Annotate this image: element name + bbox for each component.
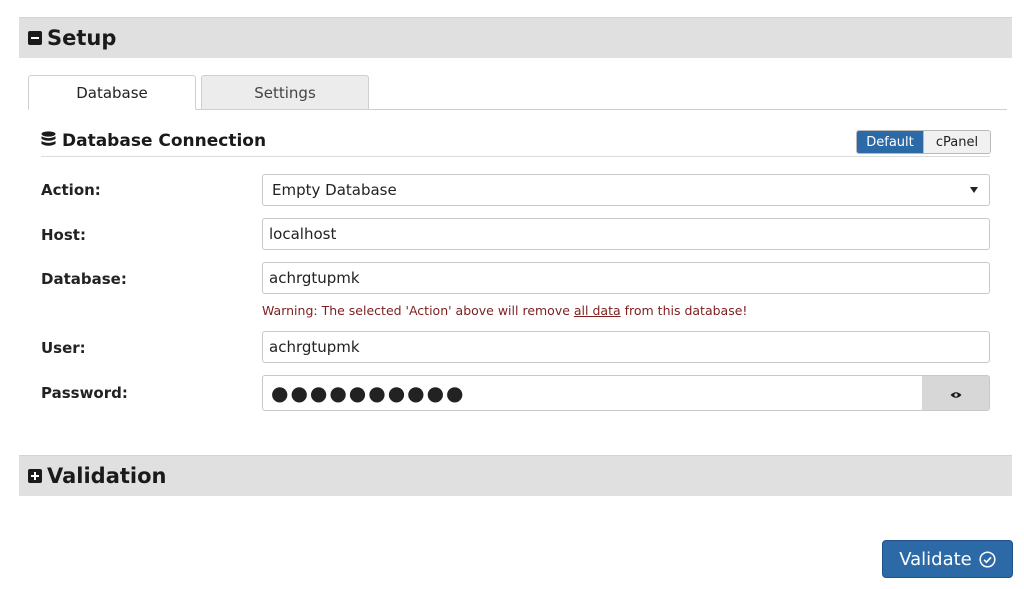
eye-icon — [950, 384, 962, 403]
user-input[interactable]: achrgtupmk — [262, 331, 990, 363]
divider — [41, 156, 990, 157]
validate-button-label: Validate — [899, 548, 972, 570]
password-label: Password: — [41, 384, 128, 402]
database-icon — [41, 131, 56, 151]
database-input[interactable]: achrgtupmk — [262, 262, 990, 294]
password-input[interactable]: ●●●●●●●●●● — [262, 375, 923, 411]
action-select[interactable]: Empty Database — [262, 174, 990, 206]
collapse-icon — [28, 31, 42, 45]
warning-suffix: from this database! — [620, 303, 748, 318]
action-label: Action: — [41, 181, 101, 199]
tab-database[interactable]: Database — [28, 75, 196, 110]
setup-title: Setup — [47, 26, 117, 50]
validate-button[interactable]: Validate — [882, 540, 1013, 578]
show-password-button[interactable] — [922, 375, 990, 411]
host-input[interactable]: localhost — [262, 218, 990, 250]
mode-toggle: Default cPanel — [856, 130, 991, 154]
setup-section-header[interactable]: Setup — [19, 17, 1012, 58]
database-connection-title: Database Connection — [62, 131, 267, 151]
user-label: User: — [41, 339, 86, 357]
warning-prefix: Warning: The selected 'Action' above wil… — [262, 303, 574, 318]
dropdown-arrow-icon — [970, 187, 978, 193]
database-warning: Warning: The selected 'Action' above wil… — [262, 303, 747, 318]
database-label: Database: — [41, 270, 127, 288]
toggle-default-button[interactable]: Default — [857, 131, 923, 153]
validation-title: Validation — [47, 464, 167, 488]
toggle-cpanel-button[interactable]: cPanel — [923, 131, 990, 153]
action-select-value: Empty Database — [272, 181, 397, 199]
warning-link: all data — [573, 303, 621, 318]
host-label: Host: — [41, 226, 86, 244]
database-connection-heading: Database Connection — [41, 131, 266, 151]
expand-icon — [28, 469, 42, 483]
tab-settings[interactable]: Settings — [201, 75, 369, 110]
check-circle-icon — [979, 550, 996, 568]
validation-section-header[interactable]: Validation — [19, 455, 1012, 496]
